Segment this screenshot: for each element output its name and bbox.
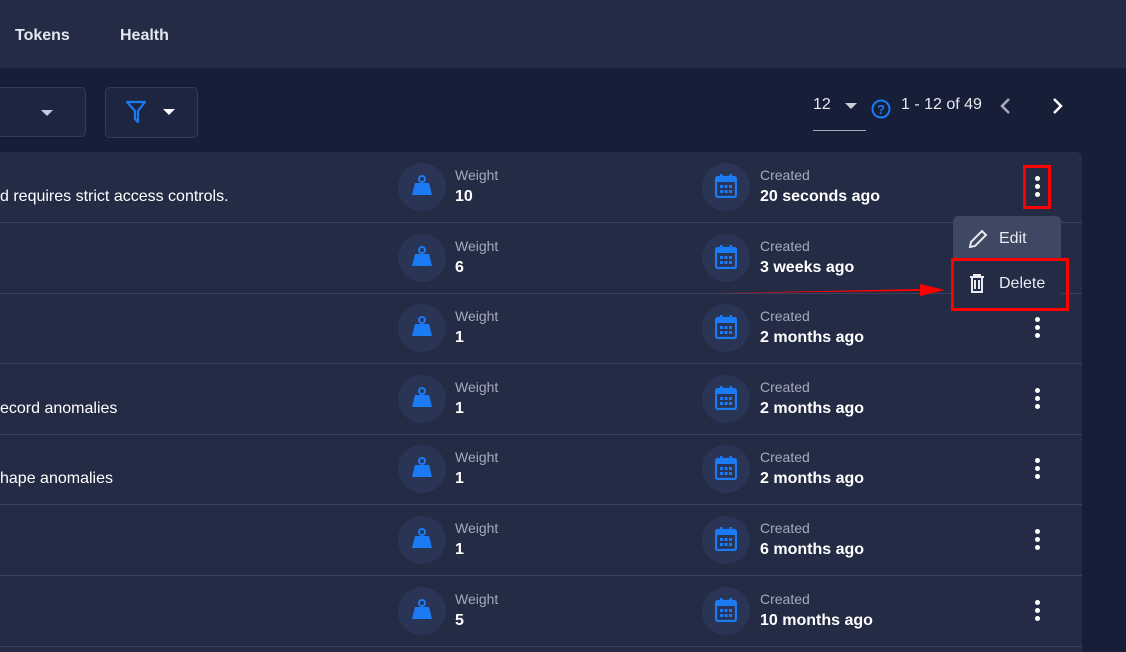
- table-row[interactable]: ecord anomalies Weight 1 Created 2 month…: [0, 364, 1082, 435]
- created-label: Created: [760, 449, 810, 466]
- edit-label: Edit: [999, 230, 1027, 247]
- weight-icon: [412, 175, 432, 195]
- weight-icon: [412, 598, 432, 619]
- tab-tokens[interactable]: Tokens: [15, 27, 70, 45]
- more-options-icon[interactable]: [1031, 387, 1043, 412]
- row-description: hape anomalies: [0, 470, 113, 488]
- created-label: Created: [760, 308, 810, 325]
- created-label: Created: [760, 237, 810, 254]
- weight-label: Weight: [455, 167, 499, 183]
- weight-label: Weight: [455, 449, 499, 466]
- weight-value: 1: [455, 399, 464, 417]
- row-description: ecord anomalies: [0, 399, 118, 417]
- weight-icon: [412, 245, 432, 266]
- pencil-icon: [968, 229, 988, 249]
- more-options-icon[interactable]: [1031, 599, 1043, 624]
- top-nav: Tokens Health: [0, 0, 1126, 68]
- created-value: 6 months ago: [760, 541, 865, 558]
- filter-button[interactable]: [105, 87, 198, 138]
- calendar-icon: [715, 315, 737, 340]
- weight-icon-badge: [398, 445, 446, 494]
- annotation-box: [1023, 165, 1051, 209]
- created-value: 2 months ago: [760, 329, 865, 347]
- weight-value: 5: [455, 611, 464, 629]
- created-icon-badge: [702, 374, 750, 423]
- weight-value: 1: [455, 541, 464, 558]
- chevron-down-icon: [845, 103, 857, 109]
- weight-label: Weight: [455, 520, 499, 536]
- weight-value: 1: [455, 470, 464, 488]
- weight-value: 6: [455, 258, 464, 276]
- created-label: Created: [760, 378, 810, 395]
- created-label: Created: [760, 590, 810, 607]
- table-row[interactable]: Weight 1 Created 6 months ago: [0, 505, 1082, 576]
- filter-icon: [126, 100, 146, 124]
- table-row[interactable]: hape anomalies Weight 1 Created 2 months…: [0, 434, 1082, 506]
- table-row[interactable]: Weight 1 Created 2 months ago: [0, 293, 1082, 365]
- created-value: 10 months ago: [760, 611, 873, 629]
- created-icon-badge: [702, 586, 750, 635]
- calendar-icon: [715, 527, 737, 551]
- annotation-box: [951, 258, 1069, 311]
- weight-icon: [412, 528, 432, 548]
- weight-icon-badge: [398, 374, 446, 423]
- weight-icon: [412, 316, 432, 337]
- sort-select[interactable]: [0, 87, 86, 137]
- weight-label: Weight: [455, 308, 499, 325]
- created-value: 3 weeks ago: [760, 258, 855, 276]
- weight-icon-badge: [398, 586, 446, 635]
- created-value: 2 months ago: [760, 470, 865, 488]
- tab-health[interactable]: Health: [120, 27, 169, 45]
- weight-value: 1: [455, 329, 464, 347]
- weight-icon-badge: [398, 233, 446, 282]
- more-options-icon[interactable]: [1031, 529, 1043, 553]
- created-value: 20 seconds ago: [760, 188, 881, 205]
- weight-icon: [412, 386, 432, 407]
- select-underline: [813, 130, 866, 131]
- weight-label: Weight: [455, 237, 499, 254]
- created-value: 2 months ago: [760, 399, 865, 417]
- weight-icon-badge: [398, 304, 446, 353]
- svg-text:?: ?: [877, 102, 885, 117]
- created-icon-badge: [702, 233, 750, 282]
- next-page-icon[interactable]: [1050, 97, 1064, 115]
- help-icon[interactable]: ?: [871, 99, 891, 119]
- calendar-icon: [715, 385, 737, 410]
- menu-item-edit[interactable]: Edit: [953, 216, 1061, 261]
- calendar-icon: [715, 456, 737, 481]
- prev-page-icon[interactable]: [999, 97, 1013, 115]
- created-icon-badge: [702, 445, 750, 494]
- table-row[interactable]: Weight 5 Created 10 months ago: [0, 576, 1082, 647]
- annotation-arrow: [720, 284, 945, 296]
- weight-icon-badge: [398, 516, 446, 564]
- weight-label: Weight: [455, 590, 499, 607]
- chevron-down-icon: [41, 110, 53, 116]
- created-icon-badge: [702, 516, 750, 564]
- calendar-icon: [715, 597, 737, 622]
- row-description: d requires strict access controls.: [0, 188, 229, 205]
- page-size-select[interactable]: 12: [813, 96, 831, 114]
- created-label: Created: [760, 167, 810, 183]
- calendar-icon: [715, 174, 737, 198]
- chevron-down-icon: [163, 109, 175, 115]
- item-list: d requires strict access controls. Weigh…: [0, 152, 1082, 652]
- created-icon-badge: [702, 304, 750, 353]
- weight-icon-badge: [398, 163, 446, 211]
- pagination-range: 1 - 12 of 49: [901, 96, 982, 113]
- calendar-icon: [715, 244, 737, 269]
- weight-label: Weight: [455, 378, 499, 395]
- more-options-icon[interactable]: [1031, 317, 1043, 341]
- more-options-icon[interactable]: [1031, 458, 1043, 482]
- weight-icon: [412, 457, 432, 478]
- weight-value: 10: [455, 188, 473, 205]
- table-row[interactable]: d requires strict access controls. Weigh…: [0, 152, 1082, 223]
- created-label: Created: [760, 520, 810, 536]
- created-icon-badge: [702, 163, 750, 211]
